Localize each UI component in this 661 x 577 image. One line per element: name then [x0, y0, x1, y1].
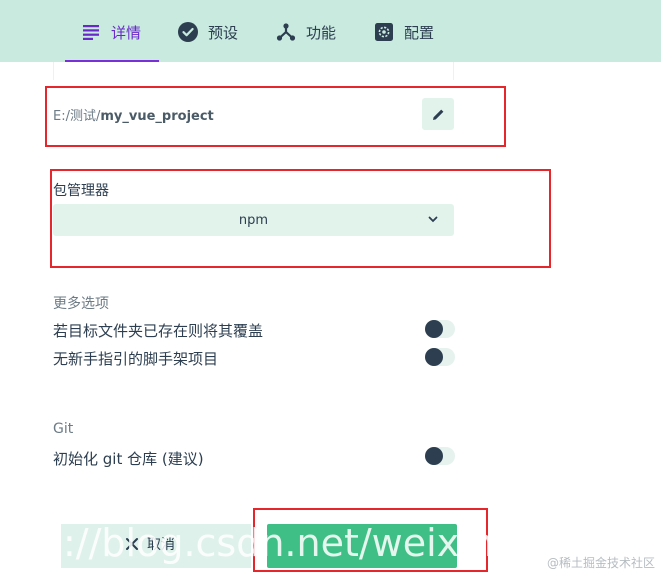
- git-init-toggle[interactable]: [425, 447, 455, 465]
- url-watermark: ://blog.csdn.net/weixin_: [63, 521, 513, 565]
- option-overwrite-toggle[interactable]: [425, 320, 455, 338]
- tab-presets[interactable]: 预设: [178, 22, 238, 62]
- top-tab-bar: 详情 预设 功能 配置: [0, 0, 661, 62]
- annotation-box-package-manager: [50, 169, 551, 268]
- tab-details-label: 详情: [111, 24, 142, 42]
- toggle-knob: [425, 320, 443, 338]
- tab-presets-label: 预设: [208, 24, 239, 42]
- tab-features[interactable]: 功能: [276, 22, 336, 62]
- corner-watermark: @稀土掘金技术社区: [546, 556, 655, 570]
- option-no-guide-label: 无新手指引的脚手架项目: [53, 350, 219, 368]
- annotation-box-path: [45, 86, 506, 147]
- scroll-edge-strip: [53, 62, 454, 80]
- option-no-guide-toggle[interactable]: [425, 348, 455, 366]
- gear-icon: [374, 22, 394, 42]
- tab-config[interactable]: 配置: [374, 22, 434, 62]
- more-options-title: 更多选项: [53, 296, 109, 312]
- details-list-icon: [81, 22, 101, 42]
- tab-details[interactable]: 详情: [64, 22, 160, 62]
- tab-features-label: 功能: [306, 24, 337, 42]
- check-circle-icon: [178, 22, 198, 42]
- git-init-label: 初始化 git 仓库 (建议): [53, 450, 204, 468]
- tab-config-label: 配置: [404, 24, 435, 42]
- git-section-title: Git: [53, 421, 74, 437]
- features-branch-icon: [276, 22, 296, 42]
- toggle-knob: [425, 447, 443, 465]
- toggle-knob: [425, 348, 443, 366]
- option-overwrite-label: 若目标文件夹已存在则将其覆盖: [53, 322, 264, 340]
